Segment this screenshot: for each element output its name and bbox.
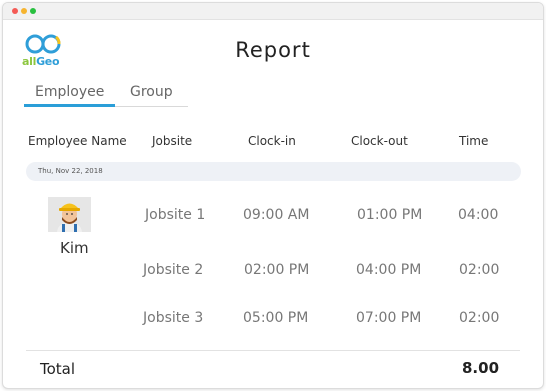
row2-jobsite: Jobsite 2 <box>143 262 204 278</box>
page-title: Report <box>235 38 311 62</box>
date-label: Thu, Nov 22, 2018 <box>38 167 103 175</box>
maximize-window-button[interactable] <box>30 8 36 14</box>
total-value: 8.00 <box>462 359 500 377</box>
tab-employee[interactable]: Employee <box>35 84 104 100</box>
header-jobsite: Jobsite <box>152 134 193 148</box>
row1-jobsite: Jobsite 1 <box>145 207 206 223</box>
row1-clock-out: 01:00 PM <box>357 207 423 223</box>
row2-clock-in: 02:00 PM <box>244 262 310 278</box>
tab-group[interactable]: Group <box>130 84 173 100</box>
row1-time: 04:00 <box>458 207 499 223</box>
worker-avatar-icon <box>48 197 91 232</box>
row3-jobsite: Jobsite 3 <box>143 310 204 326</box>
tab-bar: Employee Group <box>24 84 188 107</box>
close-window-button[interactable] <box>12 8 18 14</box>
header-employee-name: Employee Name <box>28 134 127 148</box>
row2-clock-out: 04:00 PM <box>356 262 422 278</box>
header-clock-in: Clock-in <box>248 134 296 148</box>
header-clock-out: Clock-out <box>351 134 408 148</box>
header-time: Time <box>459 134 489 148</box>
row2-time: 02:00 <box>459 262 500 278</box>
row3-clock-out: 07:00 PM <box>356 310 422 326</box>
row3-clock-in: 05:00 PM <box>243 310 309 326</box>
row3-time: 02:00 <box>459 310 500 326</box>
total-label: Total <box>40 360 76 378</box>
avatar <box>48 197 91 232</box>
employee-name: Kim <box>60 239 89 257</box>
minimize-window-button[interactable] <box>21 8 27 14</box>
row1-clock-in: 09:00 AM <box>243 207 310 223</box>
title-bar <box>3 3 543 20</box>
total-divider <box>26 350 520 351</box>
date-group-bar: Thu, Nov 22, 2018 <box>26 162 521 181</box>
active-tab-indicator <box>24 104 115 107</box>
